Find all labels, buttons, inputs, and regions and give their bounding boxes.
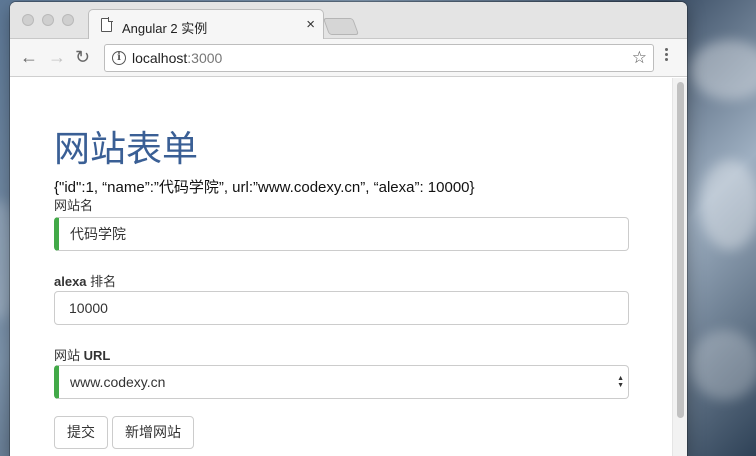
document-icon [101, 17, 113, 32]
alexa-label-bold: alexa [54, 274, 87, 289]
browser-window: Angular 2 实例 × ← → ↻ i localhost:3000 ☆ … [10, 2, 687, 456]
url-label-pre: 网站 [54, 348, 84, 363]
model-json-preview: {"id":1, “name”:”代码学院”, url:”www.codexy.… [54, 179, 475, 196]
url-port: :3000 [187, 50, 223, 66]
reload-icon[interactable]: ↻ [75, 47, 90, 67]
alexa-label-rest: 排名 [86, 274, 117, 289]
title-bar: Angular 2 实例 × [10, 2, 687, 40]
url-label-bold: URL [83, 348, 111, 363]
zoom-window-button[interactable] [62, 14, 74, 26]
alexa-rank-input[interactable]: 10000 [54, 291, 629, 325]
site-url-selected-value: www.codexy.cn [70, 374, 166, 390]
select-arrows-icon: ▲ ▼ [617, 375, 624, 389]
add-site-button[interactable]: 新增网站 [112, 416, 194, 449]
url-text[interactable]: localhost:3000 [132, 50, 222, 66]
site-name-label: 网站名 [54, 198, 94, 213]
page-title: 网站表单 [54, 128, 199, 169]
site-name-input[interactable]: 代码学院 [54, 217, 629, 251]
site-url-label: 网站 URL [54, 345, 110, 364]
browser-tab[interactable]: Angular 2 实例 × [88, 9, 324, 40]
bookmark-star-icon[interactable]: ☆ [632, 48, 647, 68]
back-arrow-icon[interactable]: ← [20, 47, 38, 67]
new-tab-button[interactable] [322, 18, 360, 35]
vertical-scrollbar[interactable] [672, 78, 687, 456]
url-host: localhost [132, 50, 188, 66]
tab-close-icon[interactable]: × [306, 16, 315, 33]
browser-toolbar: ← → ↻ i localhost:3000 ☆ [10, 39, 687, 77]
page-viewport: 网站表单 {"id":1, “name”:”代码学院”, url:”www.co… [10, 78, 687, 456]
submit-button[interactable]: 提交 [54, 416, 108, 449]
address-bar[interactable]: i localhost:3000 ☆ [104, 44, 654, 72]
info-icon[interactable]: i [112, 51, 126, 65]
close-window-button[interactable] [22, 14, 34, 26]
site-url-select[interactable]: www.codexy.cn ▲ ▼ [54, 365, 629, 399]
scrollbar-thumb[interactable] [677, 82, 684, 418]
minimize-window-button[interactable] [42, 14, 54, 26]
tab-title: Angular 2 实例 [122, 21, 208, 36]
menu-icon[interactable] [665, 48, 669, 63]
alexa-rank-label: alexa 排名 [54, 271, 116, 290]
forward-arrow-icon[interactable]: → [48, 47, 66, 67]
